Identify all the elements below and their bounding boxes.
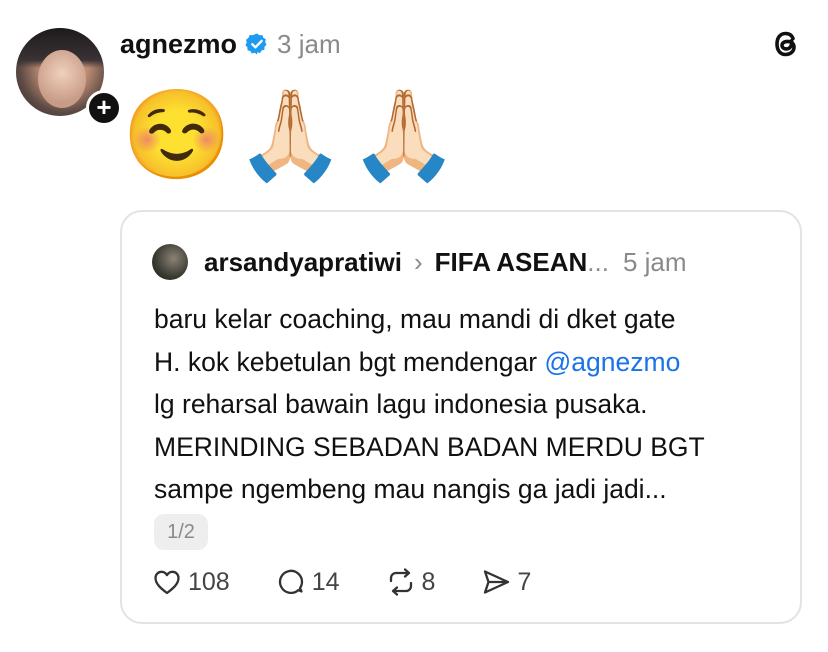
threads-logo-icon[interactable] xyxy=(768,26,804,62)
comment-count: 14 xyxy=(311,567,340,596)
avatar-face xyxy=(38,50,86,108)
text-line: H. kok kebetulan bgt mendengar @agnezmo xyxy=(154,341,784,384)
text-line: baru kelar coaching, mau mandi di dket g… xyxy=(154,304,676,334)
post-time: 3 jam xyxy=(277,28,341,59)
post-header: agnezmo 3 jam xyxy=(120,24,341,64)
quoted-post-text: baru kelar coaching, mau mandi di dket g… xyxy=(154,298,784,511)
share-button[interactable]: 7 xyxy=(481,567,531,597)
like-button[interactable]: 108 xyxy=(152,567,230,597)
chevron-right-icon: › xyxy=(413,246,423,277)
quoted-author-username[interactable]: arsandyapratiwi xyxy=(204,247,402,278)
author-username[interactable]: agnezmo xyxy=(120,29,237,60)
verified-badge-icon xyxy=(245,33,267,55)
quoted-post-header: arsandyapratiwi › FIFA ASEAN ... 5 jam xyxy=(152,244,687,280)
follow-plus-icon[interactable]: + xyxy=(86,90,122,126)
comment-bubble-icon xyxy=(278,569,303,595)
action-bar: 108 14 8 7 xyxy=(152,562,577,602)
truncation-ellipsis: ... xyxy=(587,246,609,277)
share-count: 7 xyxy=(517,567,532,596)
text-line: lg reharsal bawain lagu indonesia pusaka… xyxy=(154,389,648,419)
quoted-post-card[interactable]: arsandyapratiwi › FIFA ASEAN ... 5 jam b… xyxy=(120,210,802,624)
comment-button[interactable]: 14 xyxy=(276,567,340,597)
smiling-face-emoji: ☺️ xyxy=(122,85,232,184)
repost-count: 8 xyxy=(421,567,436,596)
heart-icon xyxy=(154,570,180,595)
text-line: MERINDING SEBADAN BADAN MERDU BGT xyxy=(154,431,705,462)
send-icon xyxy=(484,570,510,594)
folded-hands-emoji: 🙏🏻 xyxy=(349,85,459,184)
like-count: 108 xyxy=(188,567,230,596)
text-line: sampe ngembeng mau nangis ga jadi jadi..… xyxy=(154,474,667,504)
page-indicator[interactable]: 1/2 xyxy=(154,514,208,550)
mention-link[interactable]: @agnezmo xyxy=(544,347,680,377)
folded-hands-emoji: 🙏🏻 xyxy=(235,85,346,184)
community-name[interactable]: FIFA ASEAN xyxy=(435,247,588,278)
repost-icon xyxy=(389,568,412,596)
post-emoji-content: ☺️ 🙏🏻 🙏🏻 xyxy=(122,80,463,190)
quoted-post-time: 5 jam xyxy=(622,246,687,277)
quoted-author-avatar[interactable] xyxy=(152,244,188,280)
author-avatar-wrap[interactable]: + xyxy=(16,28,122,126)
text-line-part: H. kok kebetulan bgt mendengar xyxy=(154,346,545,377)
repost-button[interactable]: 8 xyxy=(386,567,436,597)
